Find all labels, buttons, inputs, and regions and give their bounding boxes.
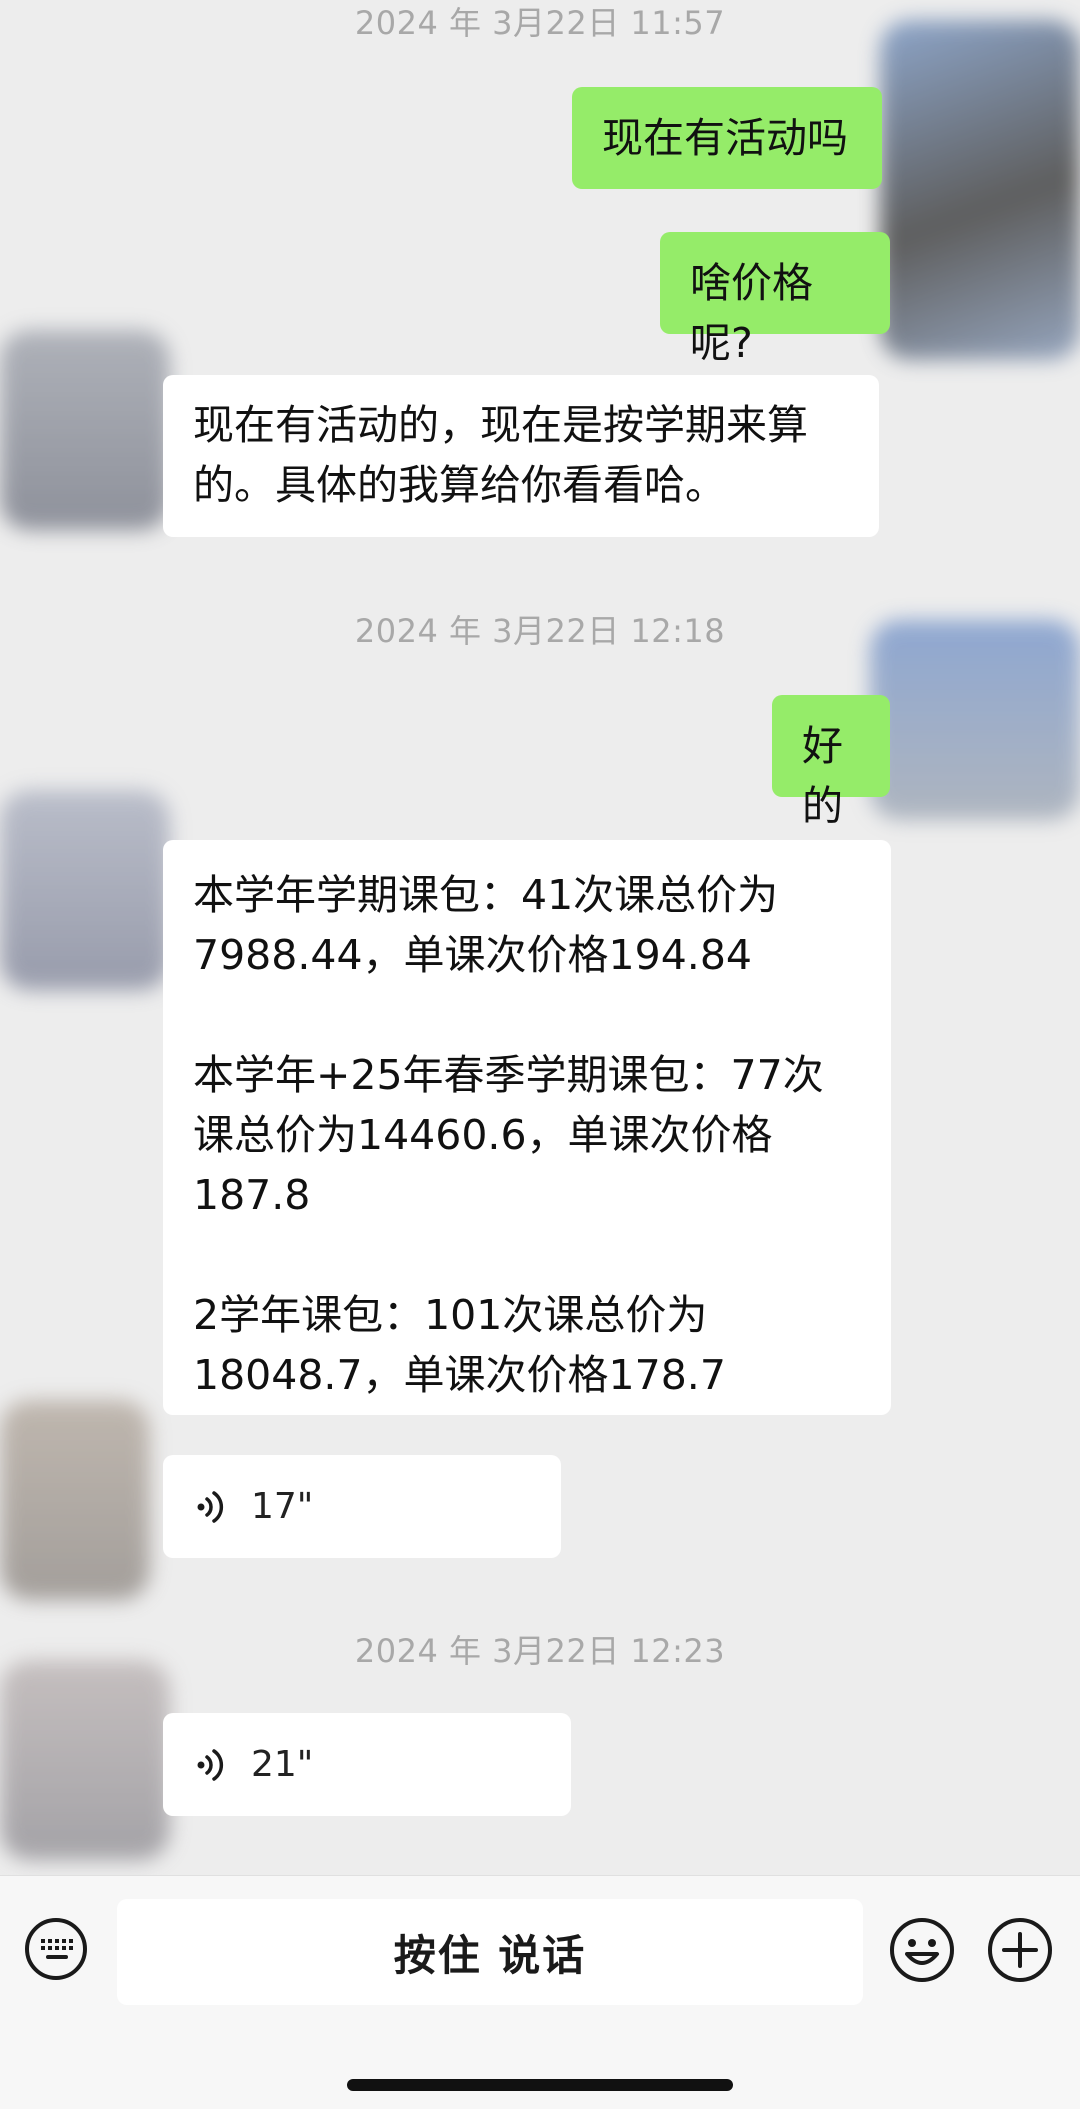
received-message-bubble[interactable]: 本学年学期课包：41次课总价为 7988.44，单课次价格194.84 本学年+… bbox=[163, 840, 891, 1415]
input-bar: 按住 说话 bbox=[0, 1875, 1080, 2109]
voice-duration: 21" bbox=[251, 1744, 314, 1785]
keyboard-toggle-button[interactable] bbox=[25, 1918, 87, 1980]
message-text: 啥价格呢? bbox=[690, 259, 813, 367]
message-text: 好的 bbox=[802, 722, 843, 830]
timestamp: 2024 年 3月22日 12:18 bbox=[354, 612, 726, 650]
voice-wave-icon bbox=[197, 1490, 224, 1523]
sent-message-bubble[interactable]: 啥价格呢? bbox=[660, 232, 890, 367]
avatar-blur-left-3 bbox=[0, 1400, 150, 1600]
timestamp: 2024 年 3月22日 11:57 bbox=[354, 4, 726, 42]
voice-message-bubble[interactable]: 17" bbox=[163, 1455, 561, 1558]
avatar-blur-right-1 bbox=[880, 20, 1080, 360]
hold-to-talk-button[interactable]: 按住 说话 bbox=[117, 1899, 863, 2005]
message-text: 现在有活动的，现在是按学期来算 的。具体的我算给你看看哈。 bbox=[193, 401, 808, 509]
voice-message-bubble[interactable]: 21" bbox=[163, 1713, 571, 1816]
voice-wave-icon bbox=[197, 1748, 224, 1781]
home-indicator[interactable] bbox=[347, 2079, 733, 2091]
emoji-icon[interactable] bbox=[888, 1916, 956, 1984]
avatar-blur-left-2 bbox=[0, 790, 170, 990]
avatar-blur-left-4 bbox=[0, 1660, 170, 1860]
message-text: 本学年学期课包：41次课总价为 7988.44，单课次价格194.84 本学年+… bbox=[193, 871, 824, 1399]
voice-duration: 17" bbox=[251, 1486, 314, 1527]
sent-message-bubble[interactable]: 好的 bbox=[772, 695, 890, 830]
chat-area[interactable]: 2024 年 3月22日 11:57 现在有活动吗 啥价格呢? 现在有活动的，现… bbox=[0, 0, 1080, 1875]
keyboard-icon bbox=[41, 1939, 73, 1959]
plus-icon[interactable] bbox=[986, 1916, 1054, 1984]
message-text: 现在有活动吗 bbox=[602, 114, 848, 162]
received-message-bubble[interactable]: 现在有活动的，现在是按学期来算 的。具体的我算给你看看哈。 bbox=[163, 375, 879, 537]
sent-message-bubble[interactable]: 现在有活动吗 bbox=[572, 87, 882, 189]
avatar-blur-left-1 bbox=[0, 330, 170, 530]
timestamp: 2024 年 3月22日 12:23 bbox=[354, 1632, 726, 1670]
